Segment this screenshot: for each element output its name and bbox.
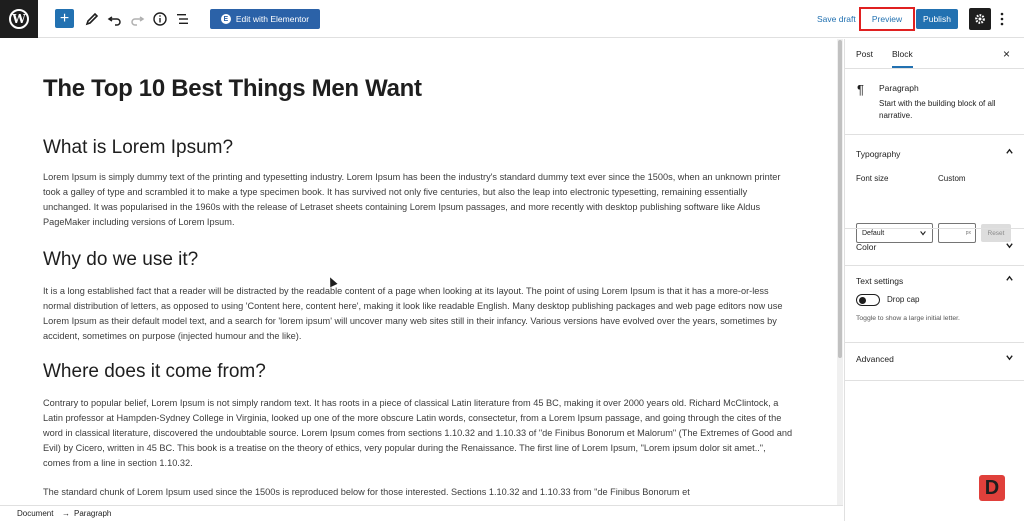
font-size-label: Font size — [856, 174, 889, 183]
paragraph-block[interactable]: Contrary to popular belief, Lorem Ipsum … — [43, 396, 795, 471]
info-icon[interactable] — [150, 9, 170, 29]
section-heading[interactable]: What is Lorem Ipsum? — [43, 137, 233, 159]
paragraph-block[interactable]: It is a long established fact that a rea… — [43, 284, 795, 344]
editor-toolbar: W + E Edit with Elementor Save draft Pre… — [0, 0, 1024, 38]
breadcrumb-document[interactable]: Document — [17, 509, 53, 518]
brand-logo-badge: D — [979, 475, 1005, 501]
paragraph-block[interactable]: Lorem Ipsum is simply dummy text of the … — [43, 170, 795, 230]
breadcrumb-separator-icon: → — [62, 509, 70, 518]
section-heading[interactable]: Why do we use it? — [43, 249, 198, 271]
breadcrumb: Document → Paragraph — [0, 505, 843, 521]
list-view-icon[interactable] — [173, 9, 193, 29]
close-icon[interactable]: × — [1003, 47, 1010, 61]
settings-gear-icon[interactable] — [969, 8, 991, 30]
drop-cap-toggle[interactable] — [856, 294, 880, 306]
paragraph-icon: ¶ — [857, 82, 864, 97]
breadcrumb-paragraph[interactable]: Paragraph — [74, 509, 111, 518]
more-options-icon[interactable] — [998, 9, 1006, 29]
tab-block[interactable]: Block — [892, 49, 913, 68]
edit-with-elementor-button[interactable]: E Edit with Elementor — [210, 9, 320, 29]
wordpress-logo-icon[interactable]: W — [0, 0, 38, 38]
color-panel-title[interactable]: Color — [856, 242, 876, 252]
block-card: ¶ Paragraph Start with the building bloc… — [845, 70, 1024, 135]
settings-sidebar: Post Block × ¶ Paragraph Start with the … — [844, 39, 1024, 521]
publish-button[interactable]: Publish — [916, 9, 958, 29]
chevron-down-icon[interactable] — [1005, 353, 1014, 364]
redo-icon[interactable] — [127, 9, 147, 29]
scrollbar-thumb[interactable] — [838, 40, 842, 358]
paragraph-block[interactable]: The standard chunk of Lorem Ipsum used s… — [43, 485, 795, 500]
editor-canvas[interactable]: The Top 10 Best Things Men Want What is … — [0, 39, 836, 505]
color-panel[interactable]: Color — [845, 228, 1024, 266]
drop-cap-help: Toggle to show a large initial letter. — [856, 315, 960, 322]
chevron-up-icon[interactable] — [1005, 274, 1014, 285]
block-description: Start with the building block of all nar… — [879, 99, 996, 120]
add-block-button[interactable]: + — [55, 9, 74, 28]
section-heading[interactable]: Where does it come from? — [43, 361, 266, 383]
block-name: Paragraph — [879, 83, 919, 93]
text-settings-title[interactable]: Text settings — [856, 276, 903, 286]
elementor-button-label: Edit with Elementor — [235, 14, 310, 24]
sidebar-tabs: Post Block × — [845, 39, 1024, 69]
pencil-icon[interactable] — [82, 9, 102, 29]
chevron-up-icon[interactable] — [1005, 147, 1014, 158]
undo-icon[interactable] — [105, 9, 125, 29]
preview-highlight-box: Preview — [859, 7, 915, 31]
save-draft-button[interactable]: Save draft — [817, 14, 856, 24]
typography-panel-title[interactable]: Typography — [856, 149, 900, 159]
toggle-knob — [859, 296, 866, 304]
custom-size-label: Custom — [938, 174, 966, 183]
chevron-down-icon[interactable] — [1005, 241, 1014, 252]
post-title[interactable]: The Top 10 Best Things Men Want — [43, 75, 422, 103]
tab-post[interactable]: Post — [856, 49, 873, 59]
drop-cap-label: Drop cap — [887, 295, 920, 304]
elementor-icon: E — [220, 14, 231, 24]
preview-button[interactable]: Preview — [872, 14, 902, 24]
advanced-panel[interactable]: Advanced — [845, 343, 1024, 381]
advanced-panel-title[interactable]: Advanced — [856, 354, 894, 364]
